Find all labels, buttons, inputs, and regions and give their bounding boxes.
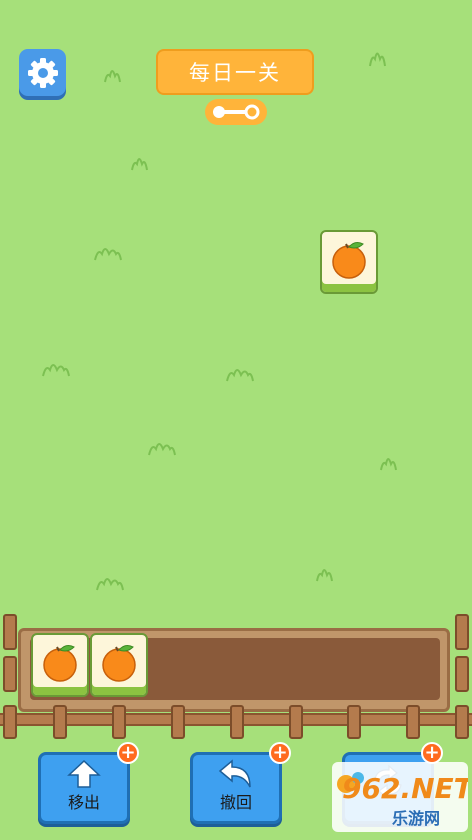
grass-tuft-icon (380, 458, 397, 471)
level-title-text: 每日一关 (189, 61, 281, 85)
grass-tuft-icon (369, 52, 386, 67)
fence-post (289, 705, 303, 739)
fence-post (406, 705, 420, 739)
fence-post (347, 705, 361, 739)
grass-tuft-icon (226, 369, 254, 382)
undo-plus-badge[interactable]: + (269, 742, 291, 764)
grass-tuft-icon (316, 569, 333, 582)
board-tile-orange[interactable] (320, 230, 378, 294)
tray-tile-orange (31, 633, 89, 697)
gear-icon (27, 57, 58, 88)
orange-icon (102, 645, 136, 682)
move-out-button[interactable]: 移出 (38, 752, 130, 824)
grass-tuft-icon (148, 443, 176, 456)
fence-post (3, 705, 17, 739)
undo-button[interactable]: 撤回 (190, 752, 282, 824)
fence-post (455, 656, 469, 692)
undo-arrow-icon (218, 759, 251, 788)
move-out-label: 移出 (67, 793, 100, 812)
orange-icon (43, 645, 77, 682)
level-progress-indicator (205, 99, 267, 125)
fence-post (230, 705, 244, 739)
shuffle-plus-badge[interactable]: + (421, 742, 443, 764)
fence-post (171, 705, 185, 739)
orange-icon (332, 242, 366, 279)
grass-tuft-icon (96, 578, 124, 591)
undo-label: 撤回 (219, 793, 252, 812)
arrow-up-icon (67, 759, 101, 788)
settings-button[interactable] (19, 49, 66, 96)
move-out-plus-badge[interactable]: + (117, 742, 139, 764)
tray-tile-orange (90, 633, 148, 697)
fence-post (3, 614, 17, 650)
grass-tuft-icon (104, 70, 121, 83)
watermark: 962.NET 乐游网 (332, 762, 472, 832)
grass-tuft-icon (131, 158, 148, 171)
fence-post (112, 705, 126, 739)
progress-key-icon (213, 104, 260, 120)
fence-post (3, 656, 17, 692)
fence-post (455, 705, 469, 739)
fence-post (455, 614, 469, 650)
grass-tuft-icon (42, 364, 70, 377)
watermark-logo: 962.NET 乐游网 (337, 772, 472, 828)
level-title: 每日一关 (156, 49, 314, 95)
svg-text:乐游网: 乐游网 (392, 809, 440, 828)
fence-post (53, 705, 67, 739)
svg-text:962.NET: 962.NET (342, 772, 468, 805)
grass-tuft-icon (94, 248, 122, 261)
